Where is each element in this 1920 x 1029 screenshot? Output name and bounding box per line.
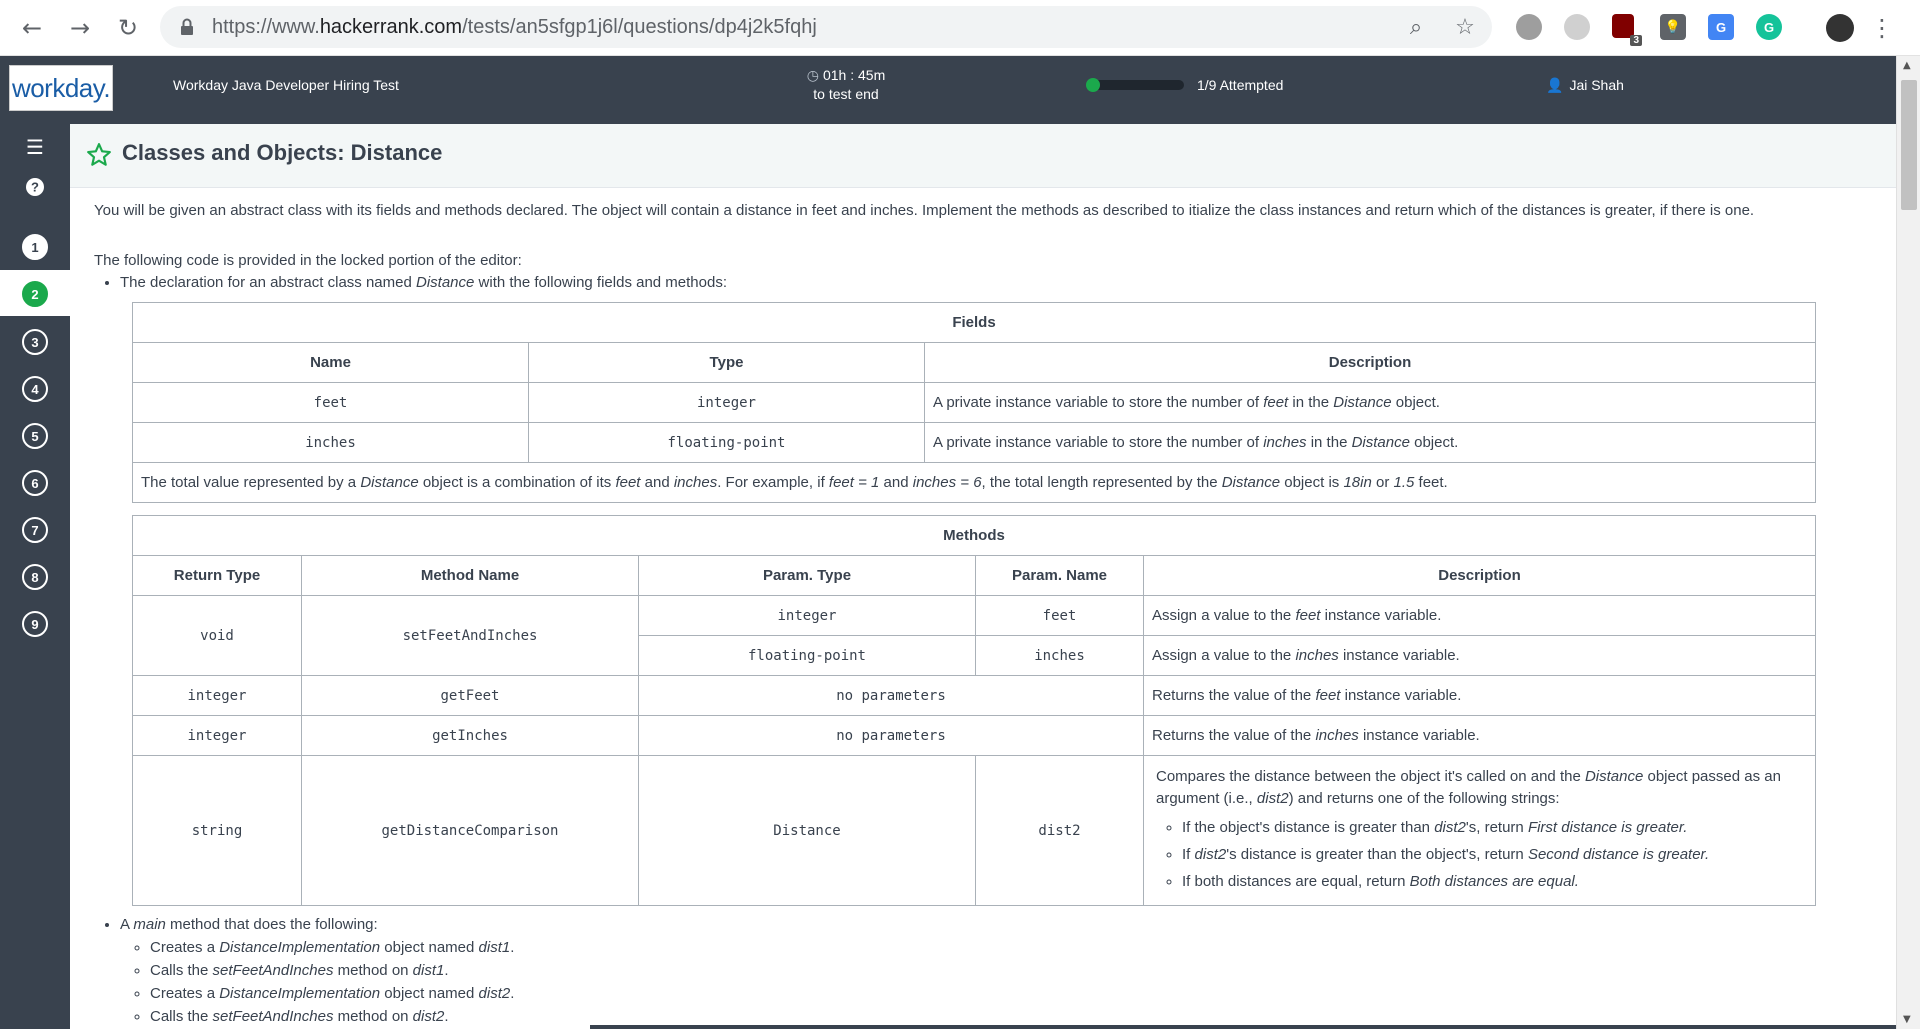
table-caption: Fields [132, 302, 1816, 343]
app-header: workday. Workday Java Developer Hiring T… [0, 56, 1896, 124]
table-row: void setFeetAndInches integer feet Assig… [132, 595, 1816, 676]
table-row: integer getFeet no parameters Returns th… [132, 675, 1816, 716]
list-item: Creates a DistanceImplementation object … [150, 982, 1874, 1005]
list-item: The declaration for an abstract class na… [120, 272, 1874, 294]
company-logo: workday. [9, 65, 113, 111]
list-icon[interactable]: ☰ [22, 134, 48, 160]
back-icon[interactable]: ← [16, 12, 48, 44]
scroll-thumb[interactable] [1901, 80, 1917, 210]
problem-statement: You will be given an abstract class with… [94, 200, 1874, 1028]
list-item: Calls the setFeetAndInches method on dis… [150, 959, 1874, 982]
timer: ◷ 01h : 45m to test end [786, 66, 906, 103]
table-row: inches floating-point A private instance… [132, 422, 1816, 463]
table-note-row: The total value represented by a Distanc… [132, 462, 1816, 503]
question-nav-4[interactable]: 4 [22, 376, 48, 402]
question-nav-1[interactable]: 1 [22, 234, 48, 260]
grammarly-icon[interactable]: G [1756, 14, 1782, 40]
column-header: Method Name [301, 555, 639, 596]
bookmark-star-icon[interactable]: ☆ [1452, 14, 1478, 40]
extension-icon[interactable] [1564, 14, 1590, 40]
fields-table: Fields Name Type Description feet intege… [132, 302, 1816, 503]
question-sidebar: ☰ ? 1 2 3 4 5 6 7 8 9 [0, 124, 70, 1029]
user-icon: 👤 [1546, 78, 1564, 94]
lock-icon [181, 18, 193, 35]
forward-icon[interactable]: → [64, 12, 96, 44]
list-item: If the object's distance is greater than… [1182, 814, 1803, 841]
ublock-icon[interactable]: 3 [1612, 14, 1642, 46]
table-caption: Methods [132, 515, 1816, 556]
bottom-bar [590, 1025, 1896, 1029]
progress-fill [1086, 78, 1100, 92]
question-nav-2[interactable]: 2 [22, 281, 48, 307]
question-nav-9[interactable]: 9 [22, 611, 48, 637]
column-header: Type [528, 342, 925, 383]
browser-toolbar: ← → ↻ https://www.hackerrank.com/tests/a… [0, 0, 1920, 56]
zoom-icon[interactable]: ⌕ [1403, 14, 1429, 40]
translate-icon[interactable]: G [1708, 14, 1734, 40]
column-header: Description [924, 342, 1816, 383]
list-item: If dist2's distance is greater than the … [1182, 841, 1803, 868]
question-panel: Classes and Objects: Distance You will b… [70, 124, 1896, 1029]
table-row: string getDistanceComparison Distance di… [132, 755, 1816, 906]
bookmark-star-icon[interactable] [86, 142, 112, 168]
question-title-bar: Classes and Objects: Distance [70, 124, 1896, 188]
intro-text: You will be given an abstract class with… [94, 202, 1755, 219]
bulb-extension-icon[interactable]: 💡 [1660, 14, 1686, 40]
table-row: feet integer A private instance variable… [132, 382, 1816, 423]
progress-bar [1086, 78, 1186, 92]
attempted-count: 1/9 Attempted [1197, 77, 1284, 93]
url-text: https://www.hackerrank.com/tests/an5sfgp… [212, 16, 817, 38]
address-bar[interactable]: https://www.hackerrank.com/tests/an5sfgp… [160, 6, 1492, 48]
question-nav-3[interactable]: 3 [22, 329, 48, 355]
user-menu[interactable]: 👤 Jai Shah [1546, 77, 1624, 94]
column-header: Param. Type [638, 555, 976, 596]
locked-intro: The following code is provided in the lo… [94, 252, 522, 269]
page-scrollbar[interactable]: ▲ ▼ [1896, 56, 1920, 1029]
list-item: Creates a DistanceImplementation object … [150, 936, 1874, 959]
question-nav-5[interactable]: 5 [22, 423, 48, 449]
scroll-down-icon[interactable]: ▼ [1903, 1014, 1911, 1025]
reload-icon[interactable]: ↻ [112, 12, 144, 44]
menu-icon[interactable]: ⋮ [1870, 12, 1894, 44]
svg-text:?: ? [31, 180, 39, 195]
column-header: Description [1143, 555, 1816, 596]
test-name: Workday Java Developer Hiring Test [173, 77, 399, 93]
time-caption: to test end [813, 86, 879, 102]
column-header: Return Type [132, 555, 302, 596]
column-header: Param. Name [975, 555, 1144, 596]
help-icon[interactable]: ? [22, 174, 48, 200]
column-header: Name [132, 342, 529, 383]
extension-icon[interactable] [1516, 14, 1542, 40]
user-name: Jai Shah [1569, 77, 1624, 93]
question-nav-8[interactable]: 8 [22, 564, 48, 590]
clock-icon: ◷ [806, 68, 819, 84]
question-nav-6[interactable]: 6 [22, 470, 48, 496]
profile-avatar[interactable] [1826, 14, 1854, 42]
methods-table: Methods Return Type Method Name Param. T… [132, 515, 1816, 906]
extension-badge: 3 [1630, 35, 1642, 46]
time-left: 01h : 45m [822, 67, 886, 83]
question-nav-7[interactable]: 7 [22, 517, 48, 543]
list-item: A main method that does the following: C… [120, 914, 1874, 1028]
question-title: Classes and Objects: Distance [122, 140, 443, 165]
list-item: If both distances are equal, return Both… [1182, 868, 1803, 895]
scroll-up-icon[interactable]: ▲ [1903, 60, 1911, 71]
table-row: integer getInches no parameters Returns … [132, 715, 1816, 756]
